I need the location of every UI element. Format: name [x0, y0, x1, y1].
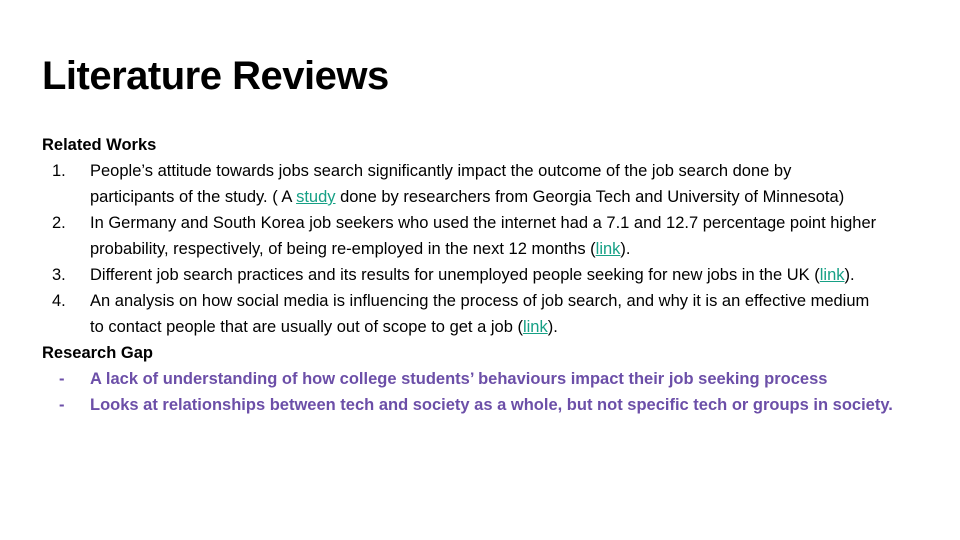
gap-text: Looks at relationships between tech and … — [90, 396, 893, 414]
source-link[interactable]: link — [596, 240, 621, 258]
list-item: - A lack of understanding of how college… — [42, 366, 932, 392]
item-text: participants of the study. ( A — [90, 188, 297, 206]
slide-title: Literature Reviews — [42, 54, 389, 98]
item-text: ). — [620, 240, 631, 258]
list-item: 2. In Germany and South Korea job seeker… — [42, 210, 932, 262]
gap-text: A lack of understanding of how college s… — [90, 370, 828, 388]
item-text: Different job search practices and its r… — [90, 266, 820, 284]
bullet-dash: - — [59, 396, 65, 414]
related-works-list: 1. People’s attitude towards jobs search… — [42, 158, 932, 340]
list-item: 4. An analysis on how social media is in… — [42, 288, 932, 340]
study-link[interactable]: study — [296, 188, 335, 206]
item-text: ). — [547, 318, 558, 336]
item-text: ). — [844, 266, 855, 284]
related-works-heading: Related Works — [42, 136, 157, 154]
list-item: - Looks at relationships between tech an… — [42, 392, 932, 418]
list-item: 3. Different job search practices and it… — [42, 262, 932, 288]
list-number: 1. — [52, 162, 66, 180]
item-text: An analysis on how social media is influ… — [90, 292, 870, 310]
list-number: 4. — [52, 292, 66, 310]
item-text: done by researchers from Georgia Tech an… — [335, 188, 845, 206]
item-text: to contact people that are usually out o… — [90, 318, 523, 336]
slide: Literature Reviews Related Works 1. Peop… — [0, 0, 960, 540]
item-text: People’s attitude towards jobs search si… — [90, 162, 792, 180]
item-text: probability, respectively, of being re-e… — [90, 240, 596, 258]
list-number: 2. — [52, 214, 66, 232]
item-text: In Germany and South Korea job seekers w… — [90, 214, 877, 232]
source-link[interactable]: link — [820, 266, 845, 284]
bullet-dash: - — [59, 370, 65, 388]
source-link[interactable]: link — [523, 318, 548, 336]
list-number: 3. — [52, 266, 66, 284]
research-gap-list: - A lack of understanding of how college… — [42, 366, 932, 418]
slide-body: Related Works 1. People’s attitude towar… — [42, 132, 932, 418]
list-item: 1. People’s attitude towards jobs search… — [42, 158, 932, 210]
research-gap-heading: Research Gap — [42, 344, 153, 362]
